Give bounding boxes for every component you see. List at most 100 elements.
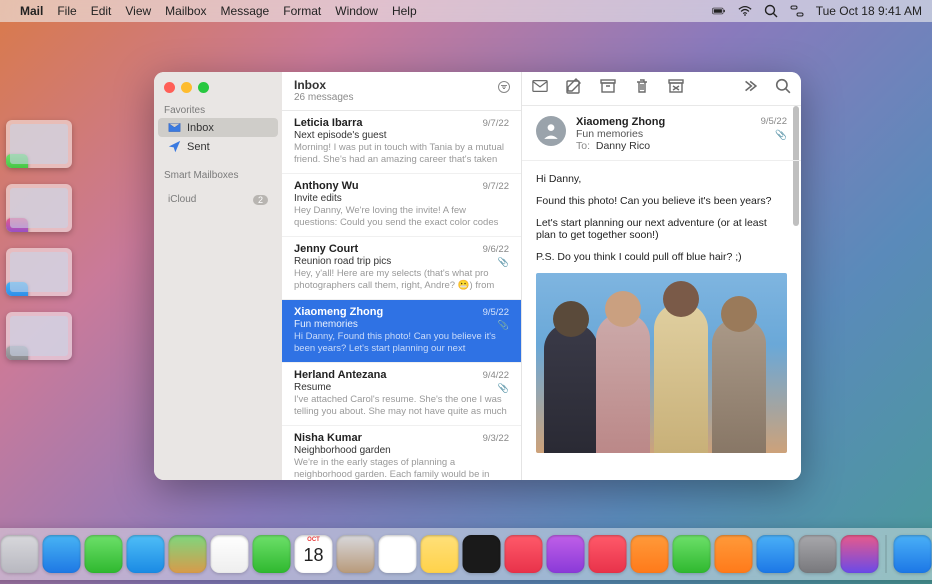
- spotlight-icon[interactable]: [764, 4, 778, 18]
- compose-button[interactable]: [566, 78, 582, 99]
- message-row[interactable]: Leticia Ibarra9/7/22Next episode's guest…: [282, 111, 521, 174]
- attachment-photo[interactable]: [536, 273, 787, 453]
- app-menu[interactable]: Mail: [20, 4, 43, 18]
- dock-icon-messages[interactable]: [85, 535, 123, 573]
- sidebar-item-label: Sent: [187, 141, 210, 153]
- archive-button[interactable]: [600, 78, 616, 99]
- reader-body[interactable]: Hi Danny, Found this photo! Can you beli…: [522, 161, 801, 465]
- control-center-icon[interactable]: [790, 4, 804, 18]
- minimize-button[interactable]: [181, 82, 192, 93]
- message-preview: I've attached Carol's resume. She's the …: [294, 394, 509, 418]
- dock-separator: [886, 535, 887, 573]
- attachment-icon: 📎: [775, 130, 787, 141]
- message-from: Nisha Kumar: [294, 432, 509, 444]
- dock-icon-podcasts[interactable]: [547, 535, 585, 573]
- message-from: Leticia Ibarra: [294, 117, 509, 129]
- sidebar-item-sent[interactable]: Sent: [158, 137, 278, 156]
- window-controls: [154, 72, 282, 99]
- dock-icon-calendar[interactable]: OCT18: [295, 535, 333, 573]
- message-from: Xiaomeng Zhong: [294, 306, 509, 318]
- attachment-icon: 📎: [498, 257, 509, 268]
- dock-icon-numbers[interactable]: [673, 535, 711, 573]
- message-subject: Resume: [294, 382, 509, 393]
- attachment-icon: 📎: [498, 383, 509, 394]
- dock-icon-tv[interactable]: [463, 535, 501, 573]
- menu-message[interactable]: Message: [221, 4, 270, 18]
- message-row[interactable]: Jenny Court9/6/22 📎Reunion road trip pics…: [282, 237, 521, 300]
- dock-icon-maps[interactable]: [169, 535, 207, 573]
- dock-icon-downloads[interactable]: [894, 535, 932, 573]
- message-subject: Reunion road trip pics: [294, 256, 509, 267]
- fullscreen-button[interactable]: [198, 82, 209, 93]
- dock-icon-music[interactable]: [505, 535, 543, 573]
- message-row[interactable]: Nisha Kumar9/3/22Neighborhood gardenWe'r…: [282, 426, 521, 480]
- menu-format[interactable]: Format: [283, 4, 321, 18]
- menu-mailbox[interactable]: Mailbox: [165, 4, 206, 18]
- dock-icon-appstore[interactable]: [757, 535, 795, 573]
- menubar: Mail File Edit View Mailbox Message Form…: [0, 0, 932, 22]
- dock-icon-shortcuts[interactable]: [841, 535, 879, 573]
- message-row[interactable]: Herland Antezana9/4/22 📎ResumeI've attach…: [282, 363, 521, 426]
- message-row[interactable]: Anthony Wu9/7/22Invite editsHey Danny, W…: [282, 174, 521, 237]
- delete-button[interactable]: [634, 78, 650, 99]
- attachment-icon: 📎: [498, 320, 509, 331]
- message-preview: Hey Danny, We're loving the invite! A fe…: [294, 205, 509, 229]
- sidebar-item-inbox[interactable]: Inbox: [158, 118, 278, 137]
- message-preview: Morning! I was put in touch with Tania b…: [294, 142, 509, 166]
- message-from: Jenny Court: [294, 243, 509, 255]
- message-list[interactable]: Leticia Ibarra 9/7/22 Next episode's guest…: [282, 111, 521, 480]
- body-line: Hi Danny,: [536, 173, 787, 185]
- menu-help[interactable]: Help: [392, 4, 417, 18]
- menu-file[interactable]: File: [57, 4, 76, 18]
- sidebar-section-smart: Smart Mailboxes: [154, 164, 282, 183]
- message-preview: We're in the early stages of planning a …: [294, 457, 509, 480]
- icloud-badge: 2: [253, 195, 268, 205]
- dock-icon-news[interactable]: [589, 535, 627, 573]
- message-preview: Hi Danny, Found this photo! Can you beli…: [294, 331, 509, 355]
- stage-thumb-settings[interactable]: [6, 312, 72, 360]
- scrollbar[interactable]: [793, 106, 799, 476]
- dock-icon-reminders[interactable]: [379, 535, 417, 573]
- message-date: 9/4/22: [483, 370, 509, 381]
- dock-icon-launchpad[interactable]: [1, 535, 39, 573]
- stage-thumb-shortcuts[interactable]: [6, 184, 72, 232]
- junk-button[interactable]: [668, 78, 684, 99]
- message-row[interactable]: Xiaomeng Zhong9/5/22📎Fun memoriesHi Dann…: [282, 300, 521, 363]
- dock: OCT18: [0, 528, 932, 580]
- dock-icon-notes[interactable]: [421, 535, 459, 573]
- get-mail-button[interactable]: [532, 78, 548, 99]
- close-button[interactable]: [164, 82, 175, 93]
- stage-thumb-safari[interactable]: [6, 248, 72, 296]
- more-button[interactable]: [741, 78, 757, 99]
- stage-manager-strip: [6, 120, 92, 376]
- filter-icon[interactable]: [497, 80, 511, 99]
- dock-icon-books[interactable]: [631, 535, 669, 573]
- menu-window[interactable]: Window: [335, 4, 378, 18]
- stage-thumb-messages[interactable]: [6, 120, 72, 168]
- battery-icon[interactable]: [712, 4, 726, 18]
- dock-icon-mail[interactable]: [127, 535, 165, 573]
- reader-date: 9/5/22: [761, 116, 787, 127]
- avatar: [536, 116, 566, 146]
- menu-view[interactable]: View: [125, 4, 151, 18]
- dock-icon-safari[interactable]: [43, 535, 81, 573]
- dock-icon-settings[interactable]: [799, 535, 837, 573]
- message-date: 9/7/22: [483, 181, 509, 192]
- reader-from: Xiaomeng Zhong: [576, 116, 787, 128]
- message-date: 9/3/22: [483, 433, 509, 444]
- dock-icon-pages[interactable]: [715, 535, 753, 573]
- reader-to: Danny Rico: [596, 140, 650, 152]
- wifi-icon[interactable]: [738, 4, 752, 18]
- menu-edit[interactable]: Edit: [91, 4, 112, 18]
- dock-icon-contacts[interactable]: [337, 535, 375, 573]
- message-from: Anthony Wu: [294, 180, 509, 192]
- message-subject: Next episode's guest: [294, 130, 509, 141]
- message-from: Herland Antezana: [294, 369, 509, 381]
- list-title: Inbox: [294, 78, 509, 92]
- dock-icon-photos[interactable]: [211, 535, 249, 573]
- datetime[interactable]: Tue Oct 18 9:41 AM: [816, 4, 922, 18]
- dock-icon-facetime[interactable]: [253, 535, 291, 573]
- search-button[interactable]: [775, 78, 791, 99]
- message-date: 9/6/22: [483, 244, 509, 255]
- sidebar-item-icloud[interactable]: iCloud 2: [158, 191, 278, 208]
